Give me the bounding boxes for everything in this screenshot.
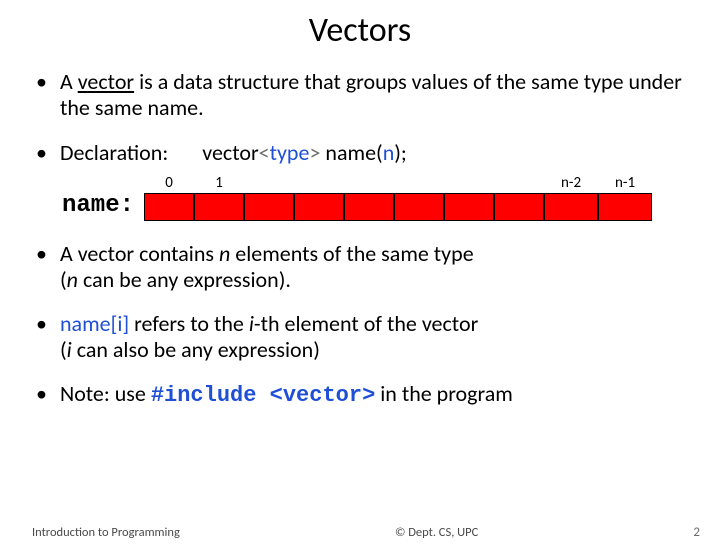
text-fragment: A vector contains bbox=[60, 240, 219, 267]
vector-diagram: name: 0 1 n-2 n-1 bbox=[62, 176, 688, 221]
text-fragment: A bbox=[60, 68, 78, 95]
bullet-dot: • bbox=[32, 139, 60, 166]
index-label: 0 bbox=[144, 176, 194, 191]
declaration-label: Declaration: bbox=[60, 139, 168, 166]
bullet-note: • Note: use #include <vector> in the pro… bbox=[32, 381, 688, 409]
vector-cell bbox=[294, 193, 344, 221]
index-label bbox=[244, 176, 294, 191]
index-label bbox=[394, 176, 444, 191]
vector-cell bbox=[144, 193, 194, 221]
bullet-dot: • bbox=[32, 69, 60, 121]
italic-n: n bbox=[67, 266, 78, 293]
bullet-contains: • A vector contains n elements of the sa… bbox=[32, 241, 688, 293]
text-fragment: can be any expression). bbox=[78, 266, 291, 293]
italic-n: n bbox=[219, 240, 230, 267]
vector-cell bbox=[244, 193, 294, 221]
slide-body: • A vector is a data structure that grou… bbox=[0, 69, 720, 409]
code-vector: vector bbox=[202, 139, 258, 166]
code-gt: > bbox=[309, 139, 320, 166]
bullet-definition: • A vector is a data structure that grou… bbox=[32, 69, 688, 121]
vector-cell bbox=[344, 193, 394, 221]
bullet-text: A vector contains n elements of the same… bbox=[60, 241, 688, 293]
vector-cell bbox=[598, 193, 652, 221]
index-label: n-2 bbox=[544, 176, 598, 191]
declaration-code: vector<type> name(n); bbox=[202, 139, 407, 166]
text-fragment: in the program bbox=[375, 380, 513, 407]
text-fragment: ( bbox=[60, 266, 67, 293]
index-row: 0 1 n-2 n-1 bbox=[144, 176, 652, 191]
code-lt: < bbox=[259, 139, 270, 166]
footer-left: Introduction to Programming bbox=[32, 525, 180, 540]
code-type: type bbox=[270, 139, 310, 166]
code-close: ); bbox=[394, 139, 407, 166]
code-name-i: name[i] bbox=[60, 310, 129, 337]
code-name: name( bbox=[325, 139, 382, 166]
index-label bbox=[344, 176, 394, 191]
bullet-text: name[i] refers to the i-th element of th… bbox=[60, 311, 688, 363]
vector-cell bbox=[544, 193, 598, 221]
index-label bbox=[444, 176, 494, 191]
bullet-text: A vector is a data structure that groups… bbox=[60, 69, 688, 121]
bullet-dot: • bbox=[32, 381, 60, 409]
footer: Introduction to Programming © Dept. CS, … bbox=[0, 525, 720, 540]
page-title: Vectors bbox=[0, 10, 720, 51]
bullet-name-i: • name[i] refers to the i-th element of … bbox=[32, 311, 688, 363]
code-n: n bbox=[383, 139, 395, 166]
vector-name-label: name: bbox=[62, 192, 134, 221]
bullet-dot: • bbox=[32, 241, 60, 293]
index-label: n-1 bbox=[598, 176, 652, 191]
index-label bbox=[494, 176, 544, 191]
text-fragment: Note: use bbox=[60, 380, 151, 407]
index-label bbox=[294, 176, 344, 191]
text-fragment: ( bbox=[60, 336, 67, 363]
text-fragment: elements of the same type bbox=[230, 240, 473, 267]
text-fragment: -th element of the vector bbox=[254, 310, 478, 337]
bullet-text: Note: use #include <vector> in the progr… bbox=[60, 381, 688, 409]
footer-center: © Dept. CS, UPC bbox=[395, 525, 478, 540]
vector-cell bbox=[394, 193, 444, 221]
vector-cells-wrap: 0 1 n-2 n-1 bbox=[144, 176, 652, 221]
cells-row bbox=[144, 193, 652, 221]
text-fragment: refers to the bbox=[129, 310, 249, 337]
page-number: 2 bbox=[693, 525, 700, 540]
vector-term: vector bbox=[78, 68, 134, 95]
vector-cell bbox=[444, 193, 494, 221]
bullet-dot: • bbox=[32, 311, 60, 363]
bullet-declaration: • Declaration: vector<type> name(n); bbox=[32, 139, 688, 166]
text-fragment: is a data structure that groups values o… bbox=[60, 68, 682, 121]
vector-cell bbox=[494, 193, 544, 221]
index-label: 1 bbox=[194, 176, 244, 191]
vector-cell bbox=[194, 193, 244, 221]
include-code: #include <vector> bbox=[151, 383, 375, 408]
text-fragment: can also be any expression) bbox=[72, 336, 320, 363]
